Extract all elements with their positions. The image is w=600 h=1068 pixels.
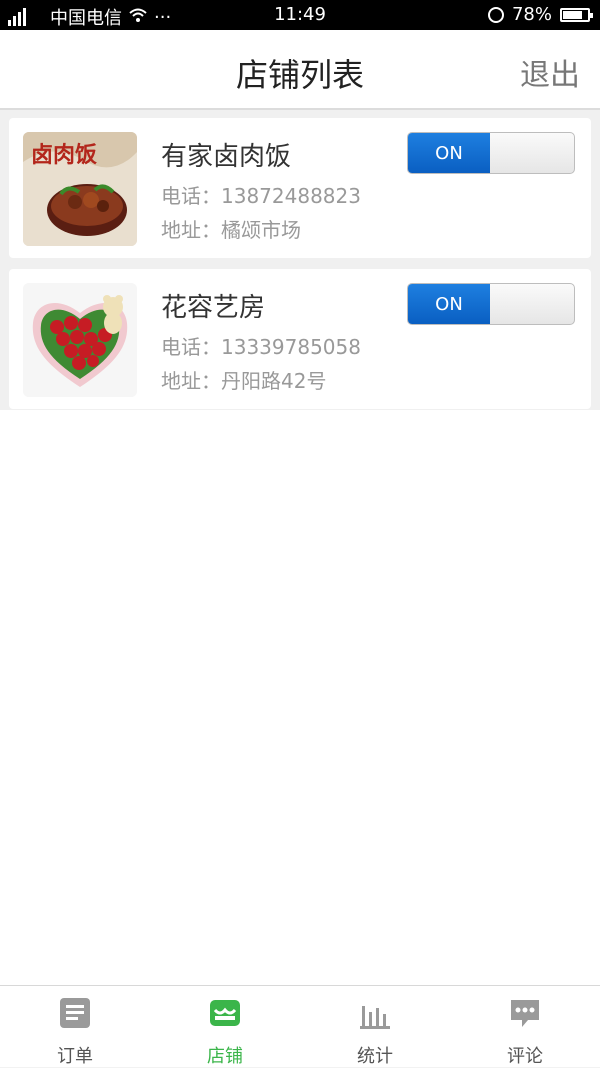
page-title: 店铺列表 (235, 56, 364, 94)
app-header: 店铺列表 退出 (0, 30, 600, 110)
tab-store[interactable]: 店铺 (150, 986, 300, 1068)
battery-fill (563, 10, 582, 19)
store-address: 地址：橘颂市场 (161, 218, 301, 242)
logout-button[interactable]: 退出 (520, 50, 580, 94)
thumb-title: 卤肉饭 (31, 142, 97, 168)
tab-comments[interactable]: 评论 (450, 986, 600, 1068)
battery-percent: 78% (511, 4, 552, 25)
store-name: 有家卤肉饭 (161, 142, 292, 172)
store-open-toggle[interactable]: ON (407, 132, 575, 174)
order-icon (60, 998, 90, 1028)
store-phone: 电话：13339785058 (161, 335, 361, 359)
tab-label: 订单 (57, 1046, 93, 1067)
tab-orders[interactable]: 订单 (0, 986, 150, 1068)
store-thumbnail (23, 283, 137, 397)
bottom-nav: 订单 店铺 统计 评论 (0, 985, 600, 1067)
battery-icon (560, 7, 593, 22)
alarm-icon (487, 6, 504, 23)
braised-pork-rice-photo: 卤肉饭 (23, 132, 137, 246)
heart-rose-bouquet-photo (23, 283, 137, 397)
stats-icon (360, 1006, 390, 1029)
status-right: 78% (487, 4, 593, 25)
tab-label: 店铺 (207, 1046, 243, 1067)
store-address: 地址：丹阳路42号 (161, 369, 327, 393)
tab-stats[interactable]: 统计 (300, 986, 450, 1068)
store-thumbnail: 卤肉饭 (23, 132, 137, 246)
comment-icon (511, 1000, 539, 1027)
tab-label: 评论 (507, 1046, 543, 1067)
store-open-toggle[interactable]: ON (407, 283, 575, 325)
main-content: 卤肉饭 有家卤肉饭 电话：13872488823 地址：橘颂市场 ON 花容艺房… (0, 110, 600, 985)
store-icon (210, 1000, 240, 1026)
status-bar: 中国电信 ··· 11:49 78% (0, 0, 600, 30)
toggle-on-label: ON (408, 133, 490, 173)
store-list: 卤肉饭 有家卤肉饭 电话：13872488823 地址：橘颂市场 ON 花容艺房… (0, 110, 600, 410)
toggle-on-label: ON (408, 284, 490, 324)
store-card[interactable]: 卤肉饭 有家卤肉饭 电话：13872488823 地址：橘颂市场 ON (9, 118, 591, 258)
store-card[interactable]: 花容艺房 电话：13339785058 地址：丹阳路42号 ON (9, 269, 591, 409)
store-name: 花容艺房 (161, 293, 266, 323)
tab-label: 统计 (357, 1046, 393, 1067)
store-phone: 电话：13872488823 (161, 184, 361, 208)
